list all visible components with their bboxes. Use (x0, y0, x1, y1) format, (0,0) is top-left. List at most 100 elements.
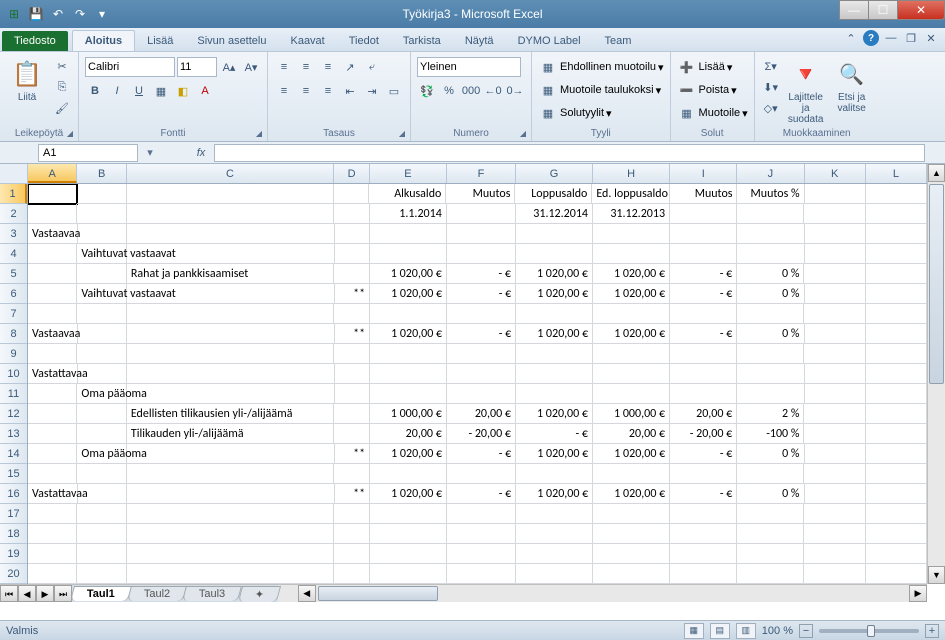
cell-A4[interactable] (28, 244, 77, 264)
cell-F1[interactable]: Muutos (446, 184, 515, 204)
tab-formulas[interactable]: Kaavat (278, 31, 336, 51)
autosum-icon[interactable]: Σ▾ (761, 56, 781, 76)
number-format-select[interactable] (417, 57, 521, 77)
cell-G7[interactable] (516, 304, 593, 324)
cell-C11[interactable] (127, 384, 334, 404)
row-header-3[interactable]: 3 (0, 224, 27, 244)
orientation-icon[interactable]: ↗ (340, 57, 360, 77)
cell-I2[interactable] (670, 204, 737, 224)
cell-I14[interactable]: - € (670, 444, 737, 464)
cell-L1[interactable] (866, 184, 927, 204)
cell-L4[interactable] (866, 244, 927, 264)
clipboard-launcher-icon[interactable]: ◢ (64, 127, 76, 139)
cell-J17[interactable] (737, 504, 804, 524)
italic-button[interactable]: I (107, 81, 127, 101)
cell-A6[interactable] (28, 284, 77, 304)
undo-icon[interactable]: ↶ (48, 4, 68, 24)
cell-I1[interactable]: Muutos (670, 184, 737, 204)
zoom-in-icon[interactable]: + (925, 624, 939, 638)
cell-K7[interactable] (804, 304, 865, 324)
cell-C18[interactable] (127, 524, 334, 544)
cell-F16[interactable]: - € (447, 484, 516, 504)
cell-D1[interactable] (334, 184, 370, 204)
cell-I17[interactable] (670, 504, 737, 524)
alignment-launcher-icon[interactable]: ◢ (396, 127, 408, 139)
cell-K17[interactable] (804, 504, 865, 524)
cell-G3[interactable] (516, 224, 593, 244)
cell-A11[interactable] (28, 384, 77, 404)
wrap-text-icon[interactable]: ⤶ (362, 57, 382, 77)
column-header-A[interactable]: A (28, 164, 77, 183)
tab-home[interactable]: Aloitus (72, 30, 135, 51)
cell-G12[interactable]: 1 020,00 € (516, 404, 593, 424)
column-header-G[interactable]: G (516, 164, 593, 183)
cell-E16[interactable]: 1 020,00 € (370, 484, 447, 504)
cell-K10[interactable] (805, 364, 866, 384)
cell-L7[interactable] (866, 304, 927, 324)
cell-L13[interactable] (866, 424, 927, 444)
cell-K14[interactable] (805, 444, 866, 464)
bold-button[interactable]: B (85, 81, 105, 101)
cell-E8[interactable]: 1 020,00 € (370, 324, 447, 344)
sheet-tab-Taul2[interactable]: Taul2 (127, 586, 187, 601)
cell-K12[interactable] (804, 404, 865, 424)
cell-C19[interactable] (127, 544, 334, 564)
cell-C3[interactable] (127, 224, 334, 244)
new-sheet-button[interactable]: ✦ (237, 586, 281, 602)
cell-B14[interactable]: Oma pääoma (77, 444, 127, 464)
cell-I15[interactable] (670, 464, 737, 484)
cell-G5[interactable]: 1 020,00 € (516, 264, 593, 284)
zoom-out-icon[interactable]: − (799, 624, 813, 638)
cell-I5[interactable]: - € (670, 264, 737, 284)
underline-button[interactable]: U (129, 81, 149, 101)
row-header-6[interactable]: 6 (0, 284, 27, 304)
cell-E6[interactable]: 1 020,00 € (370, 284, 447, 304)
cell-B18[interactable] (77, 524, 126, 544)
cell-B1[interactable] (77, 184, 126, 204)
cell-E1[interactable]: Alkusaldo (369, 184, 446, 204)
cell-E18[interactable] (370, 524, 447, 544)
delete-cells-button[interactable]: ➖Poista▾ (677, 79, 737, 101)
cell-K11[interactable] (805, 384, 866, 404)
align-middle-icon[interactable]: ≡ (296, 57, 316, 77)
cell-A18[interactable] (28, 524, 77, 544)
percent-icon[interactable]: % (439, 81, 459, 101)
minimize-ribbon-icon[interactable]: ⌃ (843, 30, 859, 46)
sheet-nav-first-icon[interactable]: ⏮ (0, 585, 18, 602)
cell-D6[interactable]: ** (335, 284, 371, 304)
scroll-up-icon[interactable]: ▲ (928, 164, 945, 182)
row-header-10[interactable]: 10 (0, 364, 27, 384)
cell-F15[interactable] (447, 464, 516, 484)
cell-A3[interactable]: Vastaavaa (28, 224, 78, 244)
hscroll-thumb[interactable] (318, 586, 438, 601)
column-header-F[interactable]: F (447, 164, 516, 183)
cell-E7[interactable] (370, 304, 447, 324)
sheet-nav-last-icon[interactable]: ⏭ (54, 585, 72, 602)
cell-J19[interactable] (737, 544, 804, 564)
cell-D12[interactable] (334, 404, 370, 424)
cell-F19[interactable] (447, 544, 516, 564)
border-button[interactable]: ▦ (151, 81, 171, 101)
row-header-18[interactable]: 18 (0, 524, 27, 544)
cell-G8[interactable]: 1 020,00 € (516, 324, 593, 344)
cell-G19[interactable] (516, 544, 593, 564)
cell-C9[interactable] (127, 344, 334, 364)
cell-L19[interactable] (866, 544, 927, 564)
cell-E14[interactable]: 1 020,00 € (370, 444, 447, 464)
name-box-dropdown-icon[interactable]: ▾ (142, 146, 158, 159)
cell-F2[interactable] (447, 204, 516, 224)
cell-F14[interactable]: - € (447, 444, 516, 464)
cell-C14[interactable] (127, 444, 334, 464)
cell-C15[interactable] (127, 464, 334, 484)
sheet-nav-next-icon[interactable]: ▶ (36, 585, 54, 602)
cell-D14[interactable]: ** (335, 444, 371, 464)
cell-L12[interactable] (866, 404, 927, 424)
cell-E19[interactable] (370, 544, 447, 564)
cell-H20[interactable] (593, 564, 670, 584)
cell-G16[interactable]: 1 020,00 € (516, 484, 593, 504)
cell-L15[interactable] (866, 464, 927, 484)
cell-H7[interactable] (593, 304, 670, 324)
cell-B11[interactable]: Oma pääoma (77, 384, 127, 404)
zoom-slider[interactable] (819, 629, 919, 633)
sort-filter-button[interactable]: 🔻 Lajittele ja suodata (785, 56, 827, 127)
